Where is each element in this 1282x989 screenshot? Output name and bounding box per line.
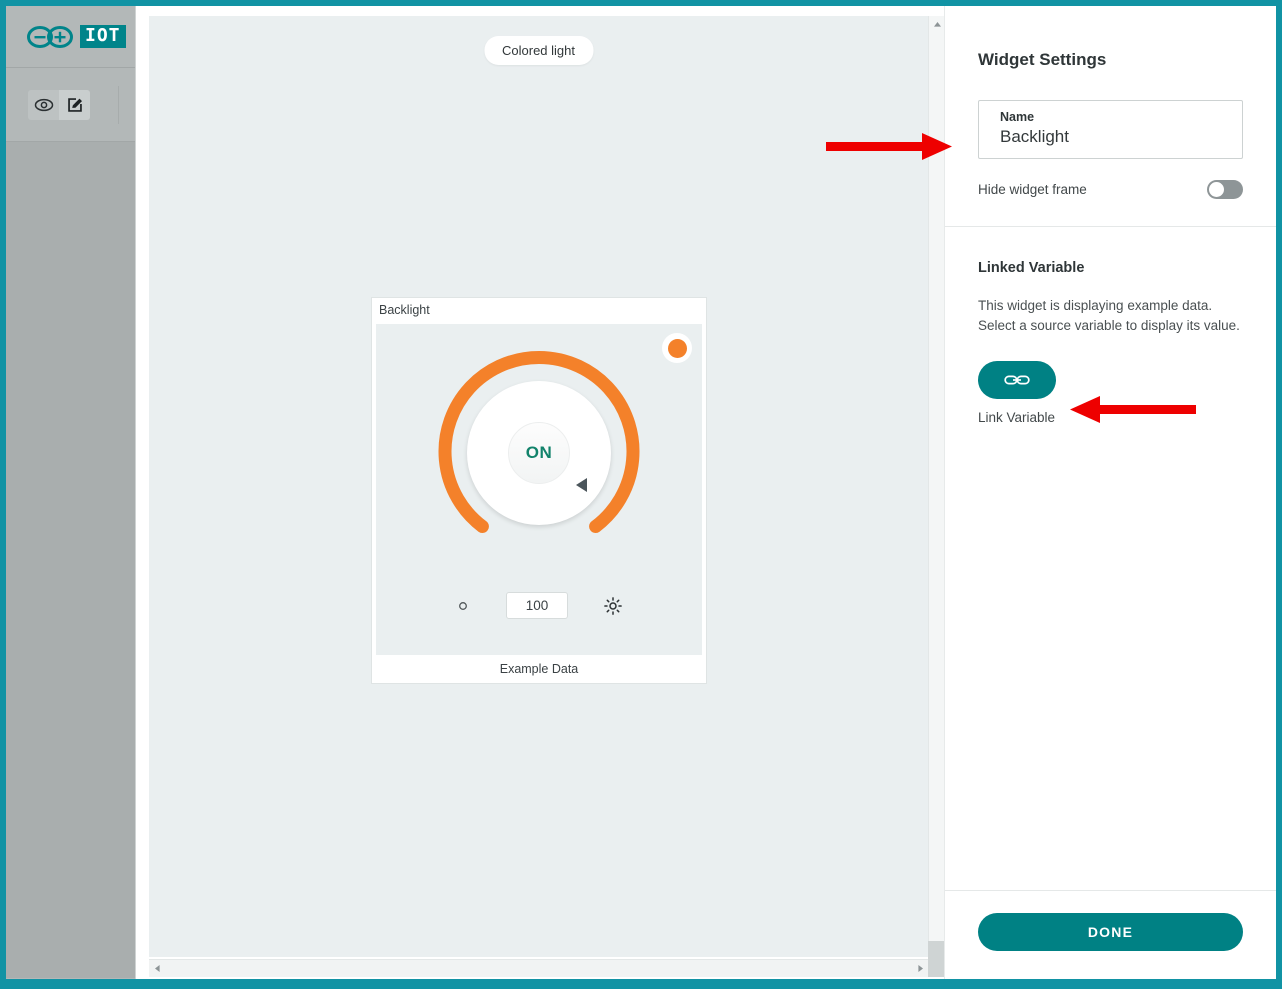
- view-mode-toggle-group[interactable]: [28, 89, 90, 120]
- small-circle-dim-icon: [459, 601, 467, 610]
- eye-icon: [34, 98, 53, 111]
- linked-variable-description: This widget is displaying example data. …: [978, 298, 1240, 334]
- sidebar-widget-list: [6, 142, 135, 978]
- min-brightness-button[interactable]: [454, 601, 472, 611]
- toolbar-divider: [118, 86, 119, 124]
- color-swatch-dot: [667, 338, 687, 358]
- widget-name-field[interactable]: Name Backlight: [978, 100, 1243, 160]
- dial-power-label: ON: [525, 443, 553, 462]
- toggle-knob: [1209, 182, 1224, 198]
- arduino-infinity-icon: [27, 25, 73, 48]
- linked-variable-title: Linked Variable: [978, 260, 1085, 277]
- dashboard-canvas[interactable]: Colored light Backlight ON 100 Example D…: [149, 16, 928, 957]
- panel-top-section: Widget Settings Name Backlight Hide widg…: [945, 6, 1276, 200]
- hide-widget-frame-toggle[interactable]: [1207, 180, 1243, 200]
- widget-card[interactable]: Backlight ON 100 Example Data: [371, 297, 707, 684]
- scrollbar-corner: [928, 959, 944, 977]
- app-window: IOT Colored light Backlight ON 100 Examp…: [0, 0, 1282, 989]
- brightness-dial[interactable]: ON: [436, 350, 642, 556]
- hide-widget-frame-row: Hide widget frame: [978, 180, 1243, 200]
- app-content: IOT Colored light Backlight ON 100 Examp…: [6, 6, 1276, 979]
- chevron-right-icon: [917, 965, 923, 972]
- dial-pointer-triangle-icon: [576, 478, 587, 492]
- arduino-iot-logo[interactable]: IOT: [26, 24, 126, 50]
- canvas-vertical-scrollbar[interactable]: [928, 16, 944, 957]
- dashboard-chip[interactable]: Colored light: [484, 36, 593, 65]
- scroll-up-button[interactable]: [929, 16, 945, 32]
- left-sidebar: IOT: [6, 6, 136, 979]
- widget-name-input[interactable]: Backlight: [1000, 127, 1230, 147]
- color-swatch-button[interactable]: [662, 333, 692, 363]
- hide-widget-frame-label: Hide widget frame: [978, 182, 1087, 198]
- link-variable-label: Link Variable: [978, 410, 1056, 426]
- edit-pencil-button[interactable]: [59, 89, 90, 120]
- sun-brightness-icon: [604, 596, 622, 615]
- linked-variable-section: Linked Variable This widget is displayin…: [945, 227, 1276, 425]
- panel-footer: DONE: [945, 890, 1276, 979]
- link-variable-button[interactable]: [978, 361, 1056, 400]
- widget-name-label: Name: [1000, 110, 1035, 124]
- preview-eye-button[interactable]: [28, 90, 59, 120]
- chevron-left-icon: [154, 965, 160, 972]
- chevron-up-icon: [933, 21, 941, 27]
- max-brightness-button[interactable]: [602, 596, 624, 615]
- canvas-area: Colored light Backlight ON 100 Example D…: [137, 6, 944, 979]
- brightness-value-input[interactable]: 100: [506, 592, 568, 619]
- done-button[interactable]: DONE: [978, 913, 1243, 951]
- scroll-left-button[interactable]: [149, 960, 165, 978]
- panel-title: Widget Settings: [978, 50, 1107, 69]
- iot-badge: IOT: [80, 25, 126, 48]
- vertical-scroll-thumb[interactable]: [928, 941, 944, 959]
- pencil-edit-icon: [67, 97, 82, 112]
- widget-settings-panel: Widget Settings Name Backlight Hide widg…: [944, 6, 1276, 979]
- link-chain-icon: [1004, 375, 1030, 385]
- canvas-horizontal-scrollbar[interactable]: [149, 959, 928, 977]
- scroll-right-button[interactable]: [912, 960, 928, 978]
- widget-card-footer: Example Data: [499, 662, 579, 676]
- sidebar-toolbar: [6, 68, 135, 142]
- widget-card-title: Backlight: [379, 303, 430, 317]
- sidebar-logo-row[interactable]: IOT: [6, 6, 135, 68]
- dial-power-button[interactable]: ON: [508, 422, 570, 484]
- dial-controls-row: 100: [376, 592, 702, 619]
- widget-card-body: ON 100: [376, 324, 702, 655]
